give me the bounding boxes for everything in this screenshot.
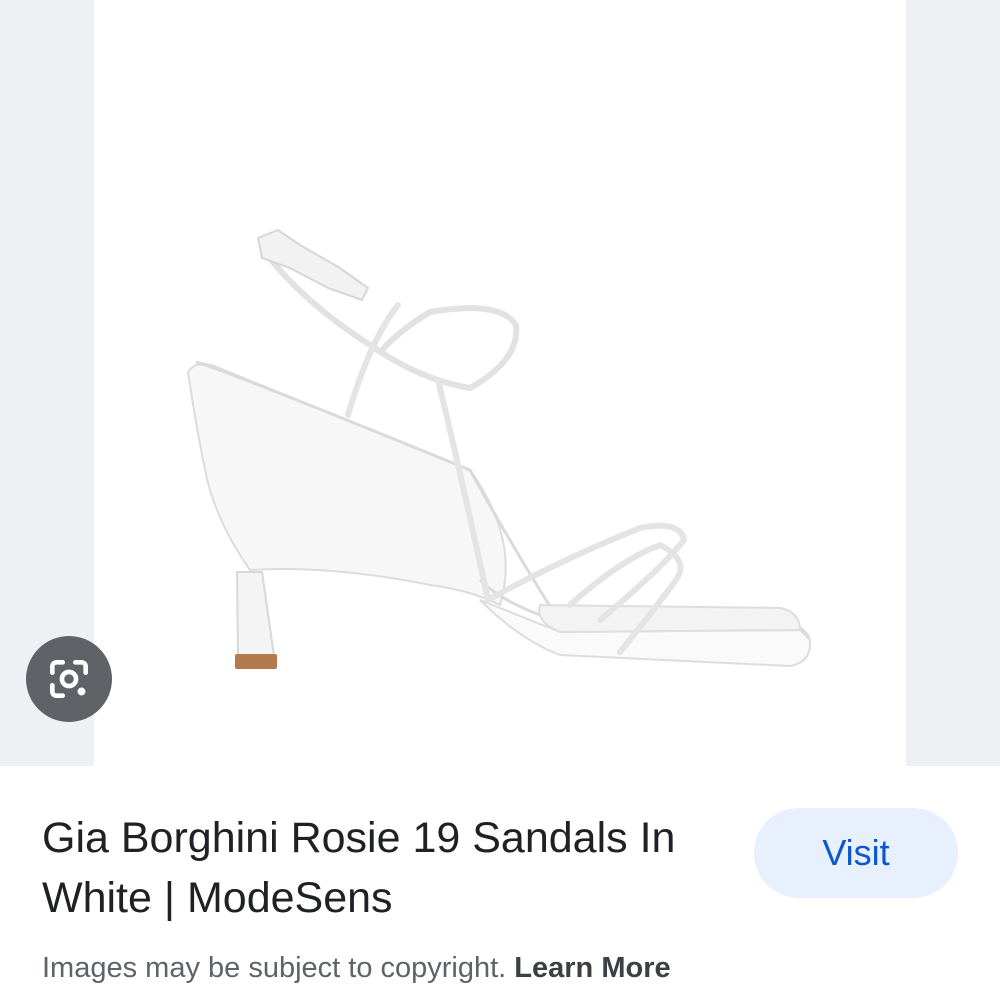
visit-button[interactable]: Visit [754, 808, 958, 898]
result-title[interactable]: Gia Borghini Rosie 19 Sandals In White |… [42, 808, 732, 928]
white-wedge-sandal-image [186, 228, 812, 669]
learn-more-link[interactable]: Learn More [514, 952, 670, 984]
google-lens-icon [50, 660, 88, 698]
copyright-text: Images may be subject to copyright. [42, 952, 515, 984]
copyright-notice: Images may be subject to copyright. Lear… [42, 952, 671, 985]
google-lens-button[interactable] [26, 636, 112, 722]
product-image[interactable] [94, 0, 906, 766]
image-preview-area [0, 0, 1000, 766]
image-result-page: Gia Borghini Rosie 19 Sandals In White |… [0, 0, 1000, 1000]
